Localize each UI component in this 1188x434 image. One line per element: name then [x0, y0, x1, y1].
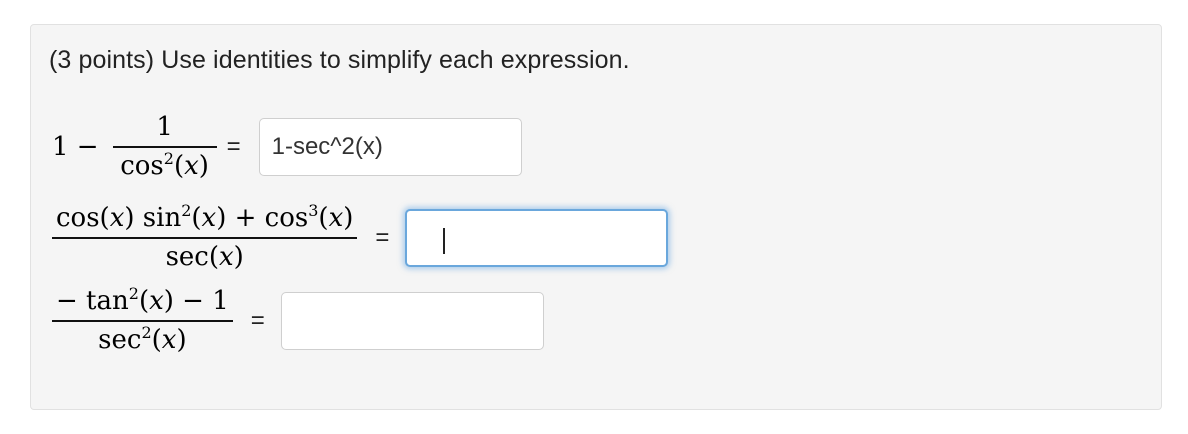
expression-3-fraction: − tan2(x) − 1 sec2(x): [52, 286, 233, 355]
text-caret: [443, 228, 445, 254]
expression-3-denominator: sec2(x): [98, 323, 187, 356]
fraction-bar: [52, 237, 358, 239]
expression-1-lead: 1 −: [52, 131, 99, 162]
expression-row-1: 1 − 1 cos2(x) =: [52, 112, 522, 181]
equals-sign: =: [226, 132, 241, 160]
answer-field-3[interactable]: [280, 291, 544, 350]
fraction-bar: [52, 320, 233, 322]
question-prompt: (3 points) Use identities to simplify ea…: [49, 46, 630, 74]
equals-sign: =: [375, 223, 390, 251]
fraction-bar: [112, 146, 217, 148]
expression-1-denominator: cos2(x): [120, 149, 209, 182]
expression-3-numerator: − tan2(x) − 1: [56, 284, 229, 317]
equals-sign: =: [250, 306, 265, 334]
expression-2-fraction: cos(x) sin2(x) + cos3(x) sec(x): [52, 201, 358, 272]
expression-1-numerator: 1: [156, 112, 173, 142]
expression-1-fraction: 1 cos2(x): [112, 112, 217, 182]
answer-field-1[interactable]: [258, 117, 522, 176]
expression-row-3: − tan2(x) − 1 sec2(x) =: [52, 286, 544, 355]
expression-row-2: cos(x) sin2(x) + cos3(x) sec(x) =: [52, 201, 669, 272]
expression-2-numerator: cos(x) sin2(x) + cos3(x): [56, 201, 354, 234]
expression-2-denominator: sec(x): [165, 242, 244, 272]
